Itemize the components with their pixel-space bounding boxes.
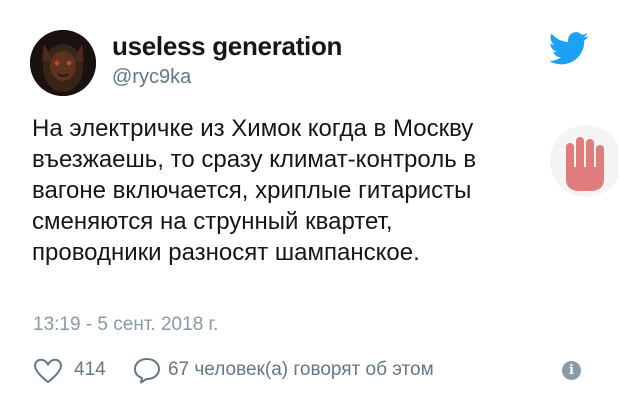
user-handle[interactable]: @ryc9ka: [112, 66, 191, 89]
info-icon[interactable]: i: [562, 361, 581, 380]
avatar-image: [30, 30, 96, 96]
avatar[interactable]: [30, 30, 96, 96]
heart-icon[interactable]: [33, 358, 63, 384]
tweet-card: useless generation @ryc9ka На электричке…: [0, 0, 620, 400]
tweet-line: проводники разносят шампанское.: [32, 239, 420, 266]
raised-hand-icon: [550, 125, 618, 197]
tweet-text: На электричке из Химок когда в Москву въ…: [32, 113, 572, 268]
display-name[interactable]: useless generation: [112, 31, 342, 62]
like-count[interactable]: 414: [74, 359, 106, 381]
speech-bubble-icon[interactable]: [133, 357, 161, 384]
talking-about-count[interactable]: 67 человек(а) говорят об этом: [168, 359, 434, 381]
tweet-timestamp[interactable]: 13:19 - 5 сент. 2018 г.: [33, 314, 218, 336]
twitter-bird-icon[interactable]: [549, 32, 589, 65]
tweet-line: сменяются на струнный квартет,: [32, 208, 393, 235]
tweet-line: въезжаешь, то сразу климат-контроль в: [32, 146, 477, 173]
tweet-line: На электричке из Химок когда в Москву: [32, 115, 474, 142]
tweet-line: вагоне включается, хриплые гитаристы: [32, 177, 472, 204]
